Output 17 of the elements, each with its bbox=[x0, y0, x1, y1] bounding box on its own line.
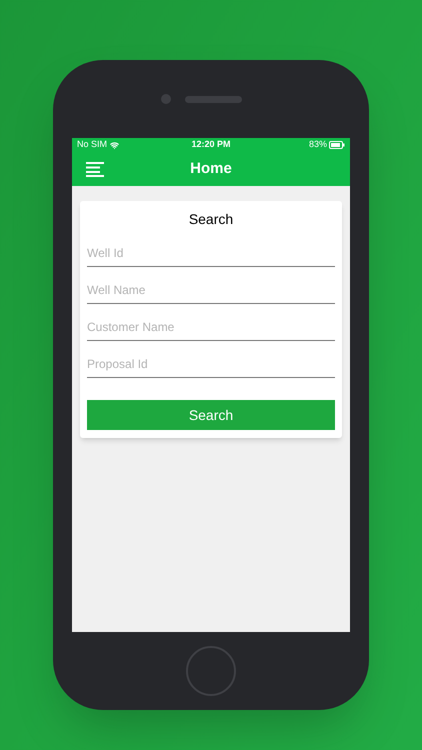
nav-title: Home bbox=[190, 158, 232, 179]
wifi-icon bbox=[110, 140, 120, 150]
carrier-text: No SIM bbox=[77, 138, 108, 152]
menu-icon bbox=[86, 161, 104, 177]
camera-icon bbox=[160, 94, 170, 104]
card-title: Search bbox=[188, 210, 234, 229]
home-button[interactable] bbox=[186, 646, 236, 696]
text-field[interactable]: Well Name bbox=[87, 276, 335, 304]
text-field[interactable]: Well Id bbox=[87, 239, 335, 267]
search-button[interactable]: Search bbox=[87, 400, 335, 430]
speaker-icon bbox=[184, 96, 242, 102]
menu-button[interactable] bbox=[86, 161, 104, 177]
battery-percent: 83% bbox=[308, 138, 327, 152]
text-field[interactable]: Customer Name bbox=[87, 313, 335, 341]
status-time: 12:20 PM bbox=[191, 138, 231, 152]
text-field[interactable]: Proposal Id bbox=[87, 350, 335, 378]
battery-icon bbox=[329, 141, 345, 149]
